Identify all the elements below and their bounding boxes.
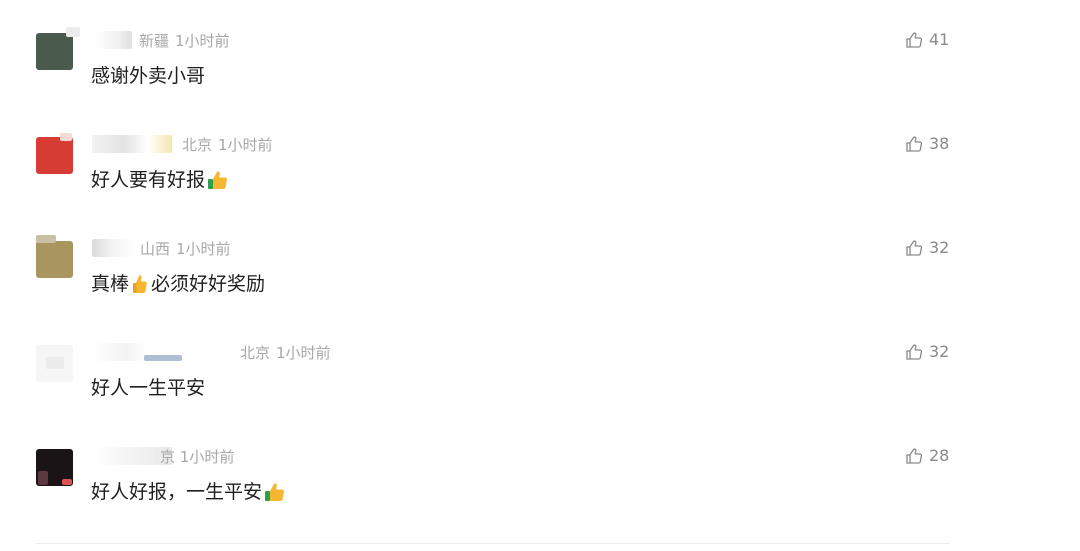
comment-location: 山西 xyxy=(140,240,171,258)
like-button[interactable]: 38 xyxy=(905,133,949,155)
comment-time: 1小时前 xyxy=(175,32,230,50)
comment-meta: 北京 1小时前 xyxy=(182,135,273,155)
username-masked[interactable] xyxy=(92,239,136,257)
thumbs-up-outline-icon xyxy=(906,240,923,256)
comment-content-part2: 必须好好奖励 xyxy=(151,273,266,295)
thumbs-up-outline-icon xyxy=(906,136,923,152)
username-masked-bar xyxy=(144,355,182,361)
comment-time: 1小时前 xyxy=(218,136,273,154)
comment-item: 新疆 1小时前 感谢外卖小哥 41 xyxy=(0,25,1080,129)
comment-location: 北京 xyxy=(182,136,213,154)
comment-meta: 北京 1小时前 xyxy=(240,343,331,363)
list-divider xyxy=(36,543,950,544)
avatar[interactable] xyxy=(36,235,73,278)
comment-text: 好人好报，一生平安 xyxy=(91,479,286,505)
comment-meta: 新疆 1小时前 xyxy=(139,31,230,51)
comment-text: 好人要有好报 xyxy=(91,167,229,193)
comment-item: 京 1小时前 好人好报，一生平安 28 xyxy=(0,441,1080,545)
comment-content: 感谢外卖小哥 xyxy=(91,65,206,87)
thumbs-up-outline-icon xyxy=(906,344,923,360)
like-count: 38 xyxy=(929,134,950,153)
comment-meta: 京 1小时前 xyxy=(160,447,234,467)
comment-list: 新疆 1小时前 感谢外卖小哥 41 北京 1小时前 好人要有好报 38 山西 1… xyxy=(0,0,1080,551)
comment-text: 好人一生平安 xyxy=(91,375,205,401)
comment-content: 好人一生平安 xyxy=(91,377,206,399)
comment-content: 好人好报，一生平安 xyxy=(91,481,263,503)
avatar[interactable] xyxy=(36,27,80,70)
like-count: 41 xyxy=(929,30,950,49)
comment-content: 好人要有好报 xyxy=(91,169,206,191)
avatar[interactable] xyxy=(36,345,73,382)
comment-item: 北京 1小时前 好人一生平安 32 xyxy=(0,337,1080,441)
thumbs-up-outline-icon xyxy=(906,448,923,464)
username-masked[interactable] xyxy=(92,135,172,153)
thumbs-up-outline-icon xyxy=(906,32,923,48)
comment-text: 感谢外卖小哥 xyxy=(91,63,205,89)
comment-content-part1: 真棒 xyxy=(91,273,130,295)
comment-location: 新疆 xyxy=(139,32,170,50)
thumbs-up-emoji-icon xyxy=(133,275,147,293)
like-count: 32 xyxy=(929,342,950,361)
like-count: 32 xyxy=(929,238,950,257)
comment-time: 1小时前 xyxy=(179,448,235,466)
comment-meta: 山西 1小时前 xyxy=(140,239,231,259)
comment-location: 北京 xyxy=(240,344,271,362)
like-button[interactable]: 32 xyxy=(905,237,949,259)
comment-time: 1小时前 xyxy=(276,344,331,362)
comment-item: 北京 1小时前 好人要有好报 38 xyxy=(0,129,1080,233)
comment-item: 山西 1小时前 真棒 必须好好奖励 32 xyxy=(0,233,1080,337)
thumbs-up-emoji-icon xyxy=(208,171,228,189)
comment-location: 京 xyxy=(160,448,176,466)
avatar[interactable] xyxy=(36,133,73,174)
thumbs-up-emoji-icon xyxy=(265,483,285,501)
comment-text: 真棒 必须好好奖励 xyxy=(91,271,265,297)
avatar[interactable] xyxy=(36,449,73,486)
like-count: 28 xyxy=(929,446,950,465)
comment-time: 1小时前 xyxy=(176,240,231,258)
like-button[interactable]: 32 xyxy=(905,341,949,363)
username-masked[interactable] xyxy=(96,31,132,49)
like-button[interactable]: 41 xyxy=(905,29,949,51)
like-button[interactable]: 28 xyxy=(905,445,949,467)
